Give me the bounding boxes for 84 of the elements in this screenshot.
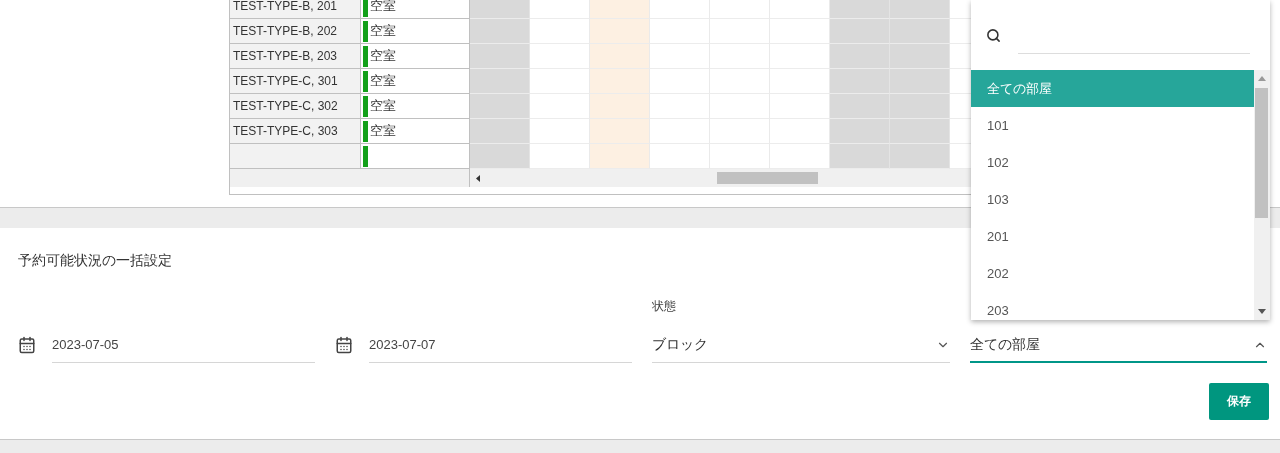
scrollbar-thumb[interactable] — [717, 172, 818, 184]
calendar-cell[interactable] — [770, 119, 830, 144]
calendar-icon[interactable] — [18, 336, 36, 354]
calendar-cell[interactable] — [470, 44, 530, 69]
room-select[interactable]: 全ての部屋 — [970, 328, 1267, 363]
room-name-cell: TEST-TYPE-C, 302 — [230, 94, 361, 119]
search-icon — [986, 27, 1001, 43]
calendar-cell[interactable] — [830, 69, 890, 94]
calendar-cell[interactable] — [530, 119, 590, 144]
calendar-cell[interactable] — [590, 19, 650, 44]
calendar-cell[interactable] — [830, 144, 890, 169]
status-text: 空室 — [370, 22, 396, 40]
field-label: 状態 — [652, 298, 676, 315]
status-text: 空室 — [370, 72, 396, 90]
room-option[interactable]: 203 — [971, 292, 1254, 320]
calendar-cell[interactable] — [470, 119, 530, 144]
calendar-cell[interactable] — [770, 19, 830, 44]
calendar-cell[interactable] — [470, 94, 530, 119]
calendar-cell[interactable] — [470, 0, 530, 19]
calendar-cell[interactable] — [530, 144, 590, 169]
calendar-cell[interactable] — [830, 19, 890, 44]
calendar-cell[interactable] — [830, 0, 890, 19]
status-bar-icon — [363, 70, 368, 92]
calendar-cell[interactable] — [590, 44, 650, 69]
vertical-scrollbar[interactable] — [1254, 70, 1270, 320]
calendar-cell[interactable] — [890, 119, 950, 144]
calendar-cell[interactable] — [770, 94, 830, 119]
status-bar-icon — [363, 120, 368, 142]
end-date-field[interactable]: 2023-07-07 — [369, 327, 632, 363]
calendar-cell[interactable] — [830, 119, 890, 144]
calendar-cell[interactable] — [530, 94, 590, 119]
calendar-icon[interactable] — [335, 336, 353, 354]
scroll-up-icon[interactable] — [1258, 76, 1266, 81]
calendar-cell[interactable] — [830, 94, 890, 119]
calendar-cell[interactable] — [890, 19, 950, 44]
calendar-cell[interactable] — [650, 19, 710, 44]
start-date-field[interactable]: 2023-07-05 — [52, 327, 315, 363]
save-button[interactable]: 保存 — [1209, 383, 1269, 420]
calendar-cell[interactable] — [890, 69, 950, 94]
room-name-cell: TEST-TYPE-B, 203 — [230, 44, 361, 69]
room-name-cell: TEST-TYPE-B, 202 — [230, 19, 361, 44]
section-title: 予約可能状況の一括設定 — [18, 252, 173, 270]
calendar-cell[interactable] — [650, 94, 710, 119]
calendar-cell[interactable] — [590, 0, 650, 19]
calendar-cell[interactable] — [590, 94, 650, 119]
calendar-cell[interactable] — [770, 0, 830, 19]
status-text: 空室 — [370, 47, 396, 65]
room-name-cell: TEST-TYPE-C, 301 — [230, 69, 361, 94]
calendar-cell[interactable] — [650, 144, 710, 169]
scrollbar-thumb[interactable] — [1255, 88, 1268, 218]
calendar-cell[interactable] — [830, 44, 890, 69]
scroll-down-icon[interactable] — [1258, 309, 1266, 314]
status-bar-icon — [363, 145, 368, 167]
calendar-cell[interactable] — [890, 94, 950, 119]
status-bar-icon — [363, 20, 368, 42]
calendar-cell[interactable] — [770, 44, 830, 69]
calendar-cell[interactable] — [590, 144, 650, 169]
calendar-cell[interactable] — [590, 69, 650, 94]
calendar-cell[interactable] — [530, 44, 590, 69]
calendar-cell[interactable] — [470, 69, 530, 94]
calendar-cell[interactable] — [590, 119, 650, 144]
calendar-cell[interactable] — [650, 119, 710, 144]
calendar-cell[interactable] — [530, 19, 590, 44]
status-bar-icon — [363, 0, 368, 17]
room-name-cell: TEST-TYPE-C, 303 — [230, 119, 361, 144]
status-text: 空室 — [370, 97, 396, 115]
room-name-cell: TEST-TYPE-B, 201 — [230, 0, 361, 19]
calendar-cell[interactable] — [890, 0, 950, 19]
status-bar-icon — [363, 95, 368, 117]
calendar-cell[interactable] — [890, 144, 950, 169]
calendar-cell[interactable] — [650, 69, 710, 94]
calendar-cell[interactable] — [770, 144, 830, 169]
calendar-cell[interactable] — [650, 44, 710, 69]
state-select[interactable]: ブロック — [652, 328, 950, 363]
status-text: 空室 — [370, 122, 396, 140]
calendar-cell[interactable] — [470, 144, 530, 169]
calendar-cell[interactable] — [530, 69, 590, 94]
scroll-left-icon[interactable] — [476, 174, 480, 182]
status-bar-icon — [363, 45, 368, 67]
calendar-cell[interactable] — [890, 44, 950, 69]
calendar-cell[interactable] — [470, 19, 530, 44]
calendar-cell[interactable] — [530, 0, 590, 19]
calendar-cell[interactable] — [770, 69, 830, 94]
calendar-cell[interactable] — [650, 0, 710, 19]
